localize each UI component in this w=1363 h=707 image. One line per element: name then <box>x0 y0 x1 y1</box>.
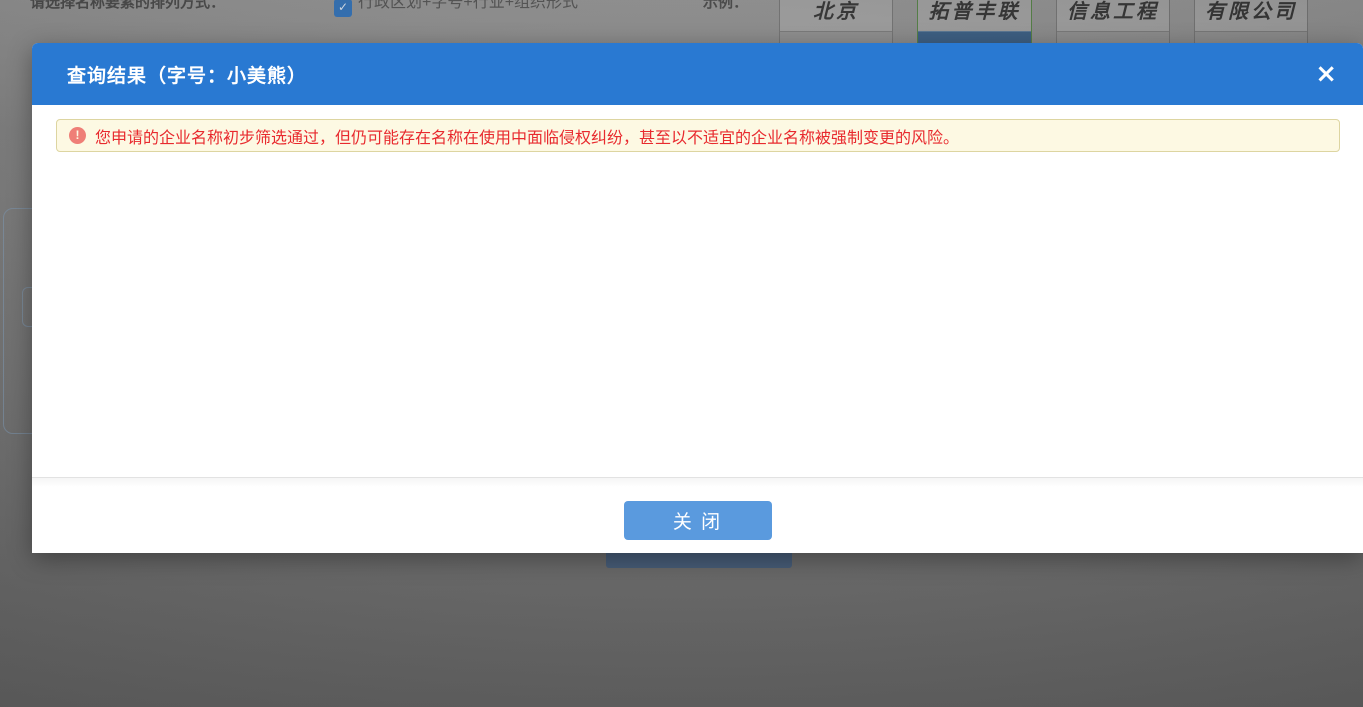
example-box-text: 拓普丰联 <box>918 0 1031 31</box>
checkbox-check-icon: ✓ <box>338 0 348 14</box>
close-button[interactable]: 关 闭 <box>624 501 772 540</box>
example-box-tradename: 拓普丰联 <box>917 0 1032 48</box>
example-label: 示例： <box>703 0 748 13</box>
warning-alert: ! 您申请的企业名称初步筛选通过，但仍可能存在名称在使用中面临侵权纠纷，甚至以不… <box>56 119 1340 152</box>
example-box-industry: 信息工程 <box>1056 0 1170 48</box>
example-box-region: 北京 <box>779 0 893 48</box>
example-box-orgform: 有限公司 <box>1194 0 1308 48</box>
modal-body: ! 您申请的企业名称初步筛选通过，但仍可能存在名称在使用中面临侵权纠纷，甚至以不… <box>32 105 1363 477</box>
example-box-text: 北京 <box>780 0 892 31</box>
arrangement-checkbox[interactable]: ✓ <box>334 0 352 17</box>
arrangement-option-label: 行政区划+字号+行业+组织形式 <box>358 0 578 13</box>
modal-footer: 关 闭 <box>32 477 1363 553</box>
arrangement-question-label: 请选择名称要素的排列方式： <box>30 0 225 13</box>
warning-icon: ! <box>69 127 86 144</box>
example-box-text: 信息工程 <box>1057 0 1169 31</box>
example-box-text: 有限公司 <box>1195 0 1307 31</box>
close-icon[interactable]: × <box>1315 61 1337 87</box>
modal-header: 查询结果（字号：小美熊） × <box>32 43 1363 105</box>
modal-title: 查询结果（字号：小美熊） <box>67 61 307 88</box>
warning-message: 您申请的企业名称初步筛选通过，但仍可能存在名称在使用中面临侵权纠纷，甚至以不适宜… <box>95 124 959 148</box>
query-result-modal: 查询结果（字号：小美熊） × ! 您申请的企业名称初步筛选通过，但仍可能存在名称… <box>32 43 1363 553</box>
